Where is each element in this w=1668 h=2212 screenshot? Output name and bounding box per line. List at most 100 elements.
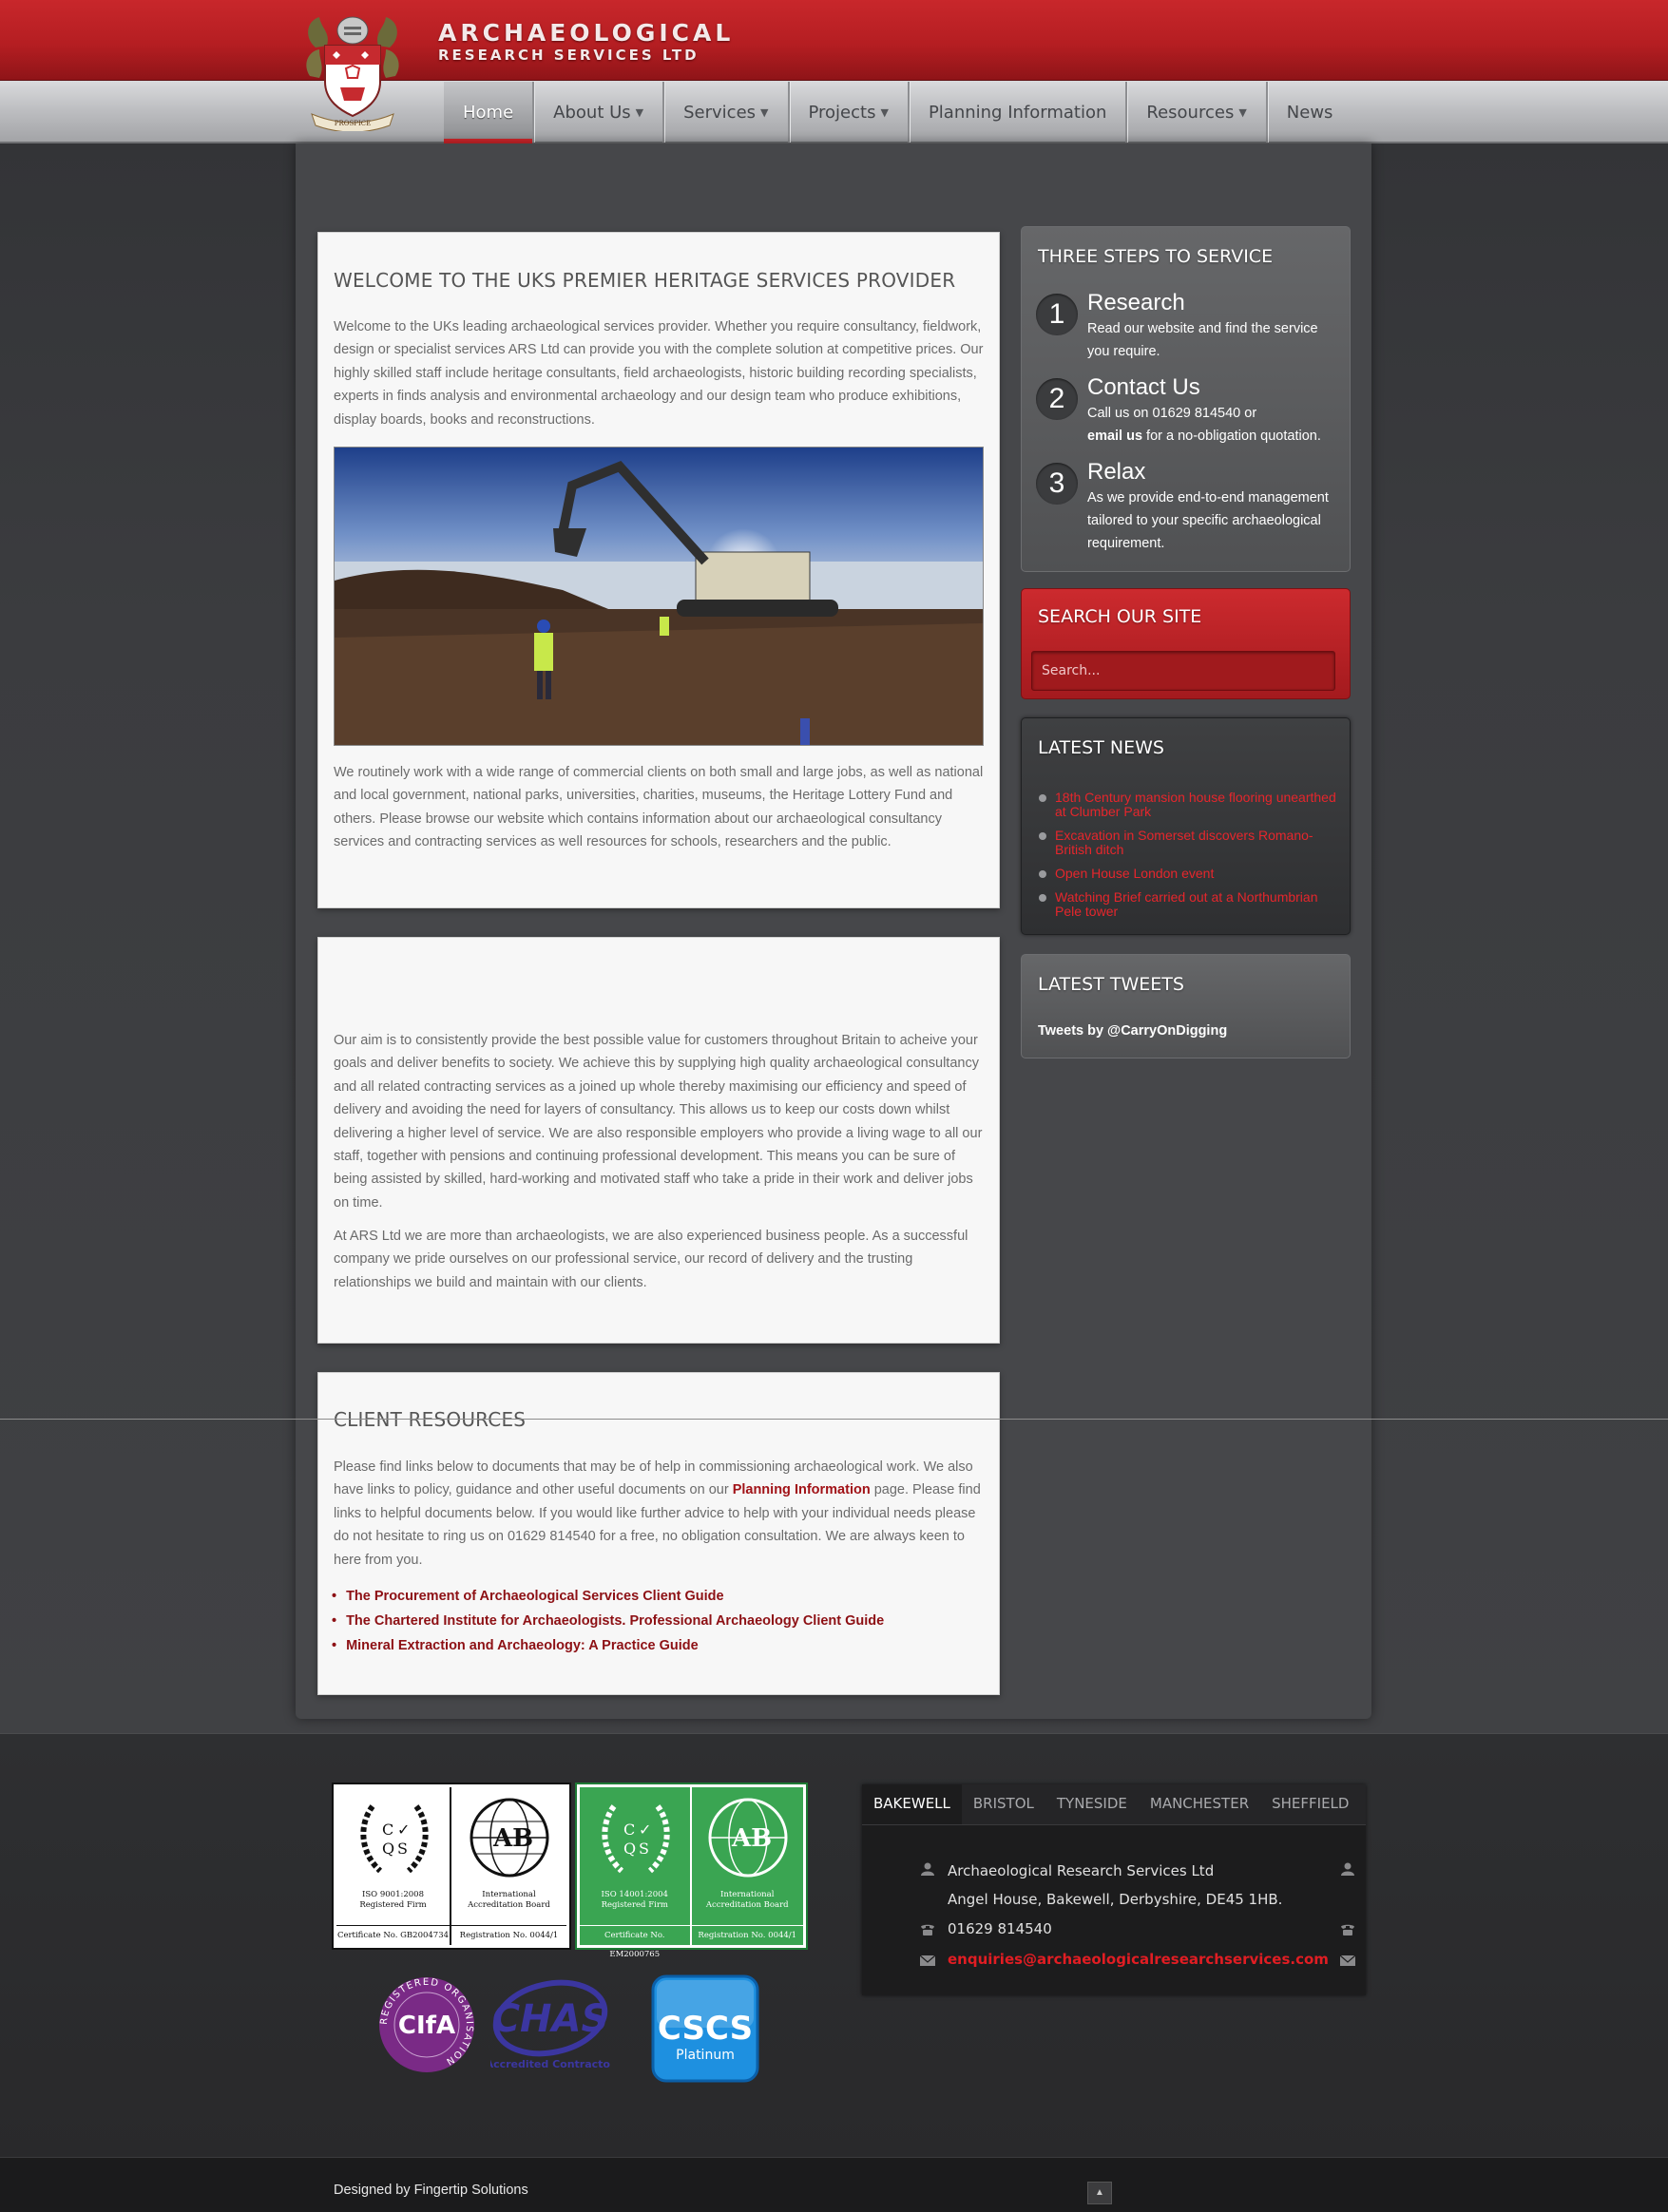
svg-text:C: C — [382, 1821, 393, 1839]
nav-label: Resources — [1146, 102, 1235, 123]
step-text: As we provide end-to-end management tail… — [1087, 490, 1329, 551]
three-steps-widget: THREE STEPS TO SERVICE 1 Research Read o… — [1021, 226, 1351, 572]
news-link[interactable]: Watching Brief carried out at a Northumb… — [1038, 890, 1340, 919]
step-text: Read our website and find the service yo… — [1087, 321, 1318, 359]
svg-text:Q: Q — [382, 1840, 394, 1858]
chas-text: CHAS — [492, 1997, 609, 2041]
svg-text:AB: AB — [731, 1824, 772, 1853]
svg-text:✓: ✓ — [397, 1821, 410, 1839]
person-icon — [919, 1862, 936, 1876]
cert-footer: Registration No. 0044/1 — [451, 1925, 566, 1945]
brand-subtitle[interactable]: RESEARCH SERVICES LTD — [438, 47, 700, 64]
offices-tabs: BAKEWELL BRISTOL TYNESIDE MANCHESTER SHE… — [862, 1784, 1366, 1995]
nav-item-about-us[interactable]: About Us ▼ — [534, 82, 665, 143]
nav-label: News — [1286, 102, 1333, 123]
cifa-text: CIfA — [398, 2012, 455, 2040]
welcome-panel: WELCOME TO THE UKS PREMIER HERITAGE SERV… — [317, 232, 1000, 908]
cert-iab: AB International Accreditation Board Reg… — [691, 1787, 803, 1945]
office-email[interactable]: enquiries@archaeologicalresearchservices… — [948, 1951, 1329, 1968]
back-to-top-button[interactable]: ▲ — [1087, 2182, 1112, 2204]
qs-laurel-icon: C ✓ Q S — [602, 1804, 670, 1874]
guide-line — [0, 1419, 1668, 1420]
nav-label: Services — [683, 102, 757, 123]
nav-label: Projects — [808, 102, 876, 123]
latest-tweets-title: LATEST TWEETS — [1038, 974, 1184, 995]
tweets-link[interactable]: Tweets by @CarryOnDigging — [1038, 1023, 1227, 1039]
tab-manchester[interactable]: MANCHESTER — [1139, 1784, 1260, 1824]
aim-paragraph-1: Our aim is to consistently provide the b… — [334, 1033, 983, 1211]
nav-item-services[interactable]: Services ▼ — [664, 82, 790, 143]
svg-text:S: S — [397, 1840, 408, 1858]
step-number: 2 — [1036, 378, 1078, 420]
news-link[interactable]: Excavation in Somerset discovers Romano-… — [1038, 829, 1340, 857]
client-resources-text: Please find links below to documents tha… — [334, 1456, 989, 1572]
nav-item-news[interactable]: News — [1268, 82, 1352, 143]
resource-link[interactable]: The Chartered Institute for Archaeologis… — [332, 1613, 884, 1629]
designed-by[interactable]: Designed by Fingertip Solutions — [334, 2183, 528, 2198]
svg-text:Q: Q — [623, 1840, 636, 1858]
nav-item-planning-information[interactable]: Planning Information — [910, 82, 1128, 143]
step-number: 3 — [1036, 463, 1078, 505]
nav-label: Home — [463, 102, 514, 123]
caret-down-icon: ▼ — [1238, 105, 1247, 119]
welcome-heading: WELCOME TO THE UKS PREMIER HERITAGE SERV… — [334, 269, 956, 292]
arrow-up-icon: ▲ — [1095, 2187, 1104, 2198]
client-resources-heading: CLIENT RESOURCES — [334, 1408, 527, 1431]
step-number: 1 — [1036, 294, 1078, 335]
step-title: Relax — [1087, 459, 1146, 485]
planning-information-link[interactable]: Planning Information — [733, 1482, 871, 1497]
chas-badge[interactable]: CHAS Accredited Contractor — [490, 1971, 610, 2083]
excavator-photo — [334, 447, 984, 746]
cert-caption: International Accreditation Board — [705, 1890, 789, 1910]
iso-9001-cert[interactable]: C ✓ Q S ISO 9001:2008 Registered Firm Ce… — [332, 1783, 571, 1950]
caret-down-icon: ▼ — [760, 105, 769, 119]
header-bar — [0, 0, 1668, 81]
nav-item-home[interactable]: Home — [444, 82, 535, 143]
news-link[interactable]: Open House London event — [1038, 867, 1340, 881]
tab-bakewell[interactable]: BAKEWELL — [862, 1784, 962, 1824]
office-address: Angel House, Bakewell, Derbyshire, DE45 … — [948, 1891, 1283, 1908]
client-resources-panel: CLIENT RESOURCES Please find links below… — [317, 1372, 1000, 1695]
tab-tyneside[interactable]: TYNESIDE — [1045, 1784, 1139, 1824]
text-segment: Call us on 01629 814540 or — [1087, 406, 1257, 421]
caret-down-icon: ▼ — [635, 105, 644, 119]
tab-bristol[interactable]: BRISTOL — [962, 1784, 1045, 1824]
iso-14001-cert[interactable]: C ✓ Q S ISO 14001:2004 Registered Firm C… — [575, 1783, 808, 1959]
tab-bar: BAKEWELL BRISTOL TYNESIDE MANCHESTER SHE… — [862, 1784, 1366, 1825]
office-phone[interactable]: 01629 814540 — [948, 1920, 1052, 1937]
nav-item-resources[interactable]: Resources ▼ — [1127, 82, 1268, 143]
three-steps-title: THREE STEPS TO SERVICE — [1038, 246, 1274, 267]
step-title: Contact Us — [1087, 374, 1200, 400]
cscs-badge[interactable]: CSCS Platinum — [651, 1974, 759, 2083]
cert-qs: C ✓ Q S ISO 9001:2008 Registered Firm Ce… — [336, 1787, 451, 1945]
cifa-badge[interactable]: REGISTERED ORGANISATION CIfA — [376, 1974, 477, 2075]
search-input[interactable] — [1031, 651, 1335, 691]
resource-links: The Procurement of Archaeological Servic… — [332, 1589, 884, 1663]
cert-footer: Registration No. 0044/1 — [691, 1925, 803, 1945]
email-us-link[interactable]: email us — [1087, 429, 1142, 444]
iab-globe-icon: AB — [470, 1798, 549, 1878]
person-icon — [1339, 1862, 1356, 1876]
svg-text:AB: AB — [492, 1824, 533, 1853]
phone-icon — [1339, 1923, 1356, 1936]
nav-item-projects[interactable]: Projects ▼ — [790, 82, 910, 143]
nav-label: About Us — [553, 102, 631, 123]
news-list: 18th Century mansion house flooring unea… — [1038, 791, 1340, 928]
news-link[interactable]: 18th Century mansion house flooring unea… — [1038, 791, 1340, 819]
step-title: Research — [1087, 290, 1185, 315]
brand-title[interactable]: ARCHAEOLOGICAL — [438, 19, 734, 47]
cert-footer: Certificate No. EM2000765 — [580, 1925, 690, 1959]
qs-laurel-icon: C ✓ Q S — [360, 1804, 429, 1874]
aim-paragraph-2: At ARS Ltd we are more than archaeologis… — [334, 1229, 968, 1290]
cert-qs: C ✓ Q S ISO 14001:2004 Registered Firm C… — [580, 1787, 692, 1959]
resource-link[interactable]: Mineral Extraction and Archaeology: A Pr… — [332, 1638, 884, 1653]
caret-down-icon: ▼ — [880, 105, 889, 119]
mail-icon — [919, 1954, 936, 1967]
motto-text: PROSPICE — [335, 120, 371, 127]
crest-logo[interactable]: PROSPICE — [302, 10, 403, 131]
tab-sheffield[interactable]: SHEFFIELD — [1260, 1784, 1360, 1824]
welcome-intro: Welcome to the UKs leading archaeologica… — [334, 319, 984, 428]
resource-link[interactable]: The Procurement of Archaeological Servic… — [332, 1589, 884, 1604]
search-widget: SEARCH OUR SITE — [1021, 588, 1351, 699]
chas-subtext: Accredited Contractor — [490, 2058, 610, 2070]
